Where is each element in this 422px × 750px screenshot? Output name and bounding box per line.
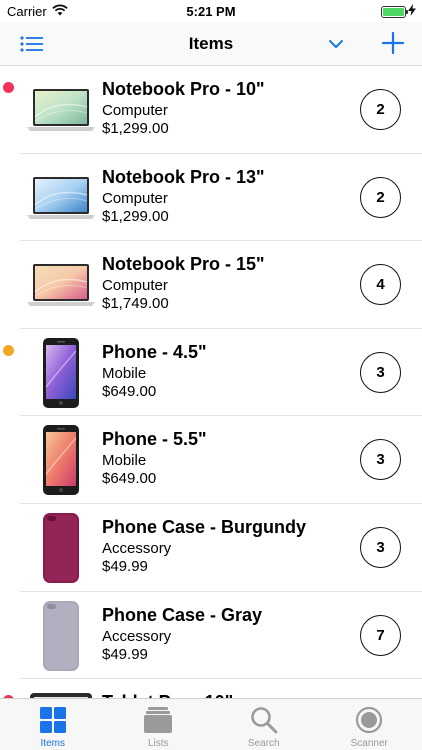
- quantity-badge[interactable]: 2: [360, 176, 401, 218]
- status-right: [381, 4, 416, 19]
- item-title: Phone Case - Gray: [102, 604, 263, 625]
- item-text: Notebook Pro - 15" Computer $1,749.00: [102, 253, 265, 313]
- status-dot: [3, 344, 14, 356]
- tab-label: Search: [247, 738, 280, 749]
- tab-bar: Items Lists Search Scanner: [0, 698, 422, 750]
- tab-label: Scanner: [350, 738, 388, 749]
- item-title: Tablet Pro - 10": [102, 691, 233, 698]
- list-item[interactable]: Phone Case - Burgundy Accessory $49.99 3: [0, 504, 422, 592]
- item-price: $1,299.00: [102, 120, 169, 137]
- item-price: $649.00: [102, 382, 157, 400]
- item-price: $49.99: [102, 557, 148, 575]
- list-item[interactable]: Phone - 5.5" Mobile $649.00 3: [0, 416, 422, 504]
- list-item[interactable]: Tablet Pro - 10": [0, 679, 422, 698]
- item-category: Computer: [102, 189, 168, 207]
- page-title: Items: [188, 34, 234, 53]
- add-item-button[interactable]: [380, 30, 406, 56]
- item-category: Computer: [102, 102, 168, 119]
- status-bar: Carrier 5:21 PM: [0, 0, 422, 22]
- laptop-thumbnail: [26, 166, 96, 230]
- item-text: Notebook Pro - 13" Computer $1,299.00: [102, 166, 265, 226]
- laptop-thumbnail: [26, 78, 96, 142]
- item-text: Phone - 5.5" Mobile $649.00: [102, 428, 207, 488]
- item-text: Phone - 4.5" Mobile $649.00: [102, 341, 207, 401]
- quantity-badge[interactable]: 2: [360, 89, 401, 130]
- item-title: Notebook Pro - 10": [102, 79, 265, 99]
- tab-label: Lists: [147, 738, 169, 749]
- plus-icon: [381, 31, 405, 55]
- status-time: 5:21 PM: [186, 4, 236, 19]
- grid-icon: [38, 706, 68, 734]
- list-item[interactable]: Notebook Pro - 15" Computer $1,749.00 4: [0, 241, 422, 329]
- item-title: Phone Case - Burgundy: [102, 516, 307, 537]
- tab-label: Items: [40, 738, 65, 749]
- quantity-badge[interactable]: 3: [360, 351, 401, 393]
- case-thumbnail: [26, 512, 96, 583]
- charging-icon: [408, 4, 416, 19]
- item-price: $1,299.00: [102, 207, 169, 225]
- quantity-badge[interactable]: 3: [360, 526, 401, 568]
- status-dot: [3, 82, 14, 93]
- quantity-badge[interactable]: 3: [360, 439, 401, 481]
- list-item[interactable]: Phone - 4.5" Mobile $649.00 3: [0, 329, 422, 417]
- quantity-badge[interactable]: 4: [360, 264, 401, 306]
- item-list[interactable]: Notebook Pro - 10" Computer $1,299.00 2 Note…: [0, 66, 422, 698]
- quantity-badge[interactable]: 7: [360, 614, 401, 656]
- list-item[interactable]: Notebook Pro - 13" Computer $1,299.00 2: [0, 154, 422, 242]
- stack-icon: [143, 706, 173, 734]
- item-price: $1,749.00: [102, 295, 169, 313]
- navigation-bar: Items: [0, 22, 422, 66]
- item-title: Phone - 4.5": [102, 341, 207, 362]
- item-price: $649.00: [102, 470, 157, 488]
- item-category: Accessory: [102, 627, 172, 645]
- tab-scanner[interactable]: Scanner: [317, 699, 422, 750]
- phone-thumbnail: [26, 337, 96, 408]
- item-title: Phone - 5.5": [102, 429, 207, 450]
- tablet-thumbnail: [26, 691, 96, 698]
- item-category: Computer: [102, 277, 168, 295]
- item-price: $49.99: [102, 645, 148, 663]
- tab-items[interactable]: Items: [0, 699, 106, 750]
- tab-search[interactable]: Search: [211, 699, 317, 750]
- battery-icon: [381, 5, 408, 18]
- list-item[interactable]: Notebook Pro - 10" Computer $1,299.00 2: [0, 66, 422, 154]
- item-text: Tablet Pro - 10": [102, 691, 233, 698]
- chevron-down-icon: [329, 40, 343, 48]
- item-category: Accessory: [102, 539, 172, 557]
- item-category: Mobile: [102, 452, 147, 470]
- list-item[interactable]: Phone Case - Gray Accessory $49.99 7: [0, 592, 422, 680]
- sort-toggle-button[interactable]: [326, 36, 346, 52]
- item-text: Phone Case - Burgundy Accessory $49.99: [102, 516, 306, 576]
- tab-lists[interactable]: Lists: [106, 699, 212, 750]
- item-text: Phone Case - Gray Accessory $49.99: [102, 604, 262, 664]
- search-icon: [249, 706, 279, 734]
- item-category: Mobile: [102, 364, 147, 382]
- case-thumbnail: [26, 600, 96, 671]
- scanner-icon: [354, 706, 384, 734]
- laptop-thumbnail: [26, 253, 96, 317]
- item-title: Notebook Pro - 15": [102, 254, 265, 275]
- phone-thumbnail: [26, 425, 96, 496]
- item-text: Notebook Pro - 10" Computer $1,299.00: [102, 78, 265, 138]
- item-title: Notebook Pro - 13": [102, 166, 265, 187]
